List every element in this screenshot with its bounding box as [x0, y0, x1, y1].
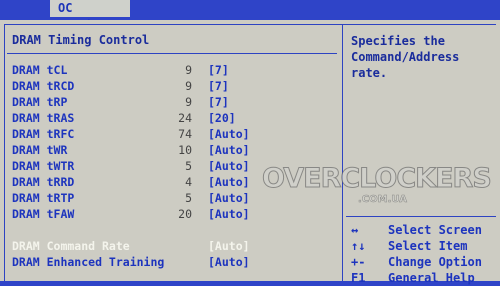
top-bar: OC Tweaker	[0, 0, 500, 32]
setting-label: DRAM tRFC	[12, 127, 75, 141]
setting-row-trp[interactable]: DRAM tRP 9 [7]	[12, 94, 332, 110]
setting-value[interactable]: [7]	[208, 94, 229, 110]
page-title: DRAM Timing Control	[12, 33, 150, 47]
setting-value[interactable]: [7]	[208, 78, 229, 94]
key-help-key: +-	[351, 255, 366, 269]
setting-row-twr[interactable]: DRAM tWR 10 [Auto]	[12, 142, 332, 158]
key-help-desc: Change Option	[388, 255, 482, 269]
setting-row-tras[interactable]: DRAM tRAS 24 [20]	[12, 110, 332, 126]
setting-label: DRAM tCL	[12, 63, 68, 77]
panel-border-top	[4, 24, 496, 25]
key-help-select-screen: ↔ Select Screen	[351, 222, 500, 238]
setting-label: DRAM tWTR	[12, 159, 75, 173]
title-underline	[7, 53, 337, 54]
settings-panel: DRAM Timing Control Specifies the Comman…	[0, 20, 500, 285]
setting-current: 20	[178, 207, 192, 221]
key-help-key: F1	[351, 271, 366, 285]
setting-value[interactable]: [Auto]	[208, 142, 250, 158]
setting-value[interactable]: [7]	[208, 62, 229, 78]
setting-label: DRAM Enhanced Training	[12, 255, 165, 269]
setting-value[interactable]: [Auto]	[208, 254, 250, 270]
key-help-change-option: +- Change Option	[351, 254, 500, 270]
setting-current: 10	[178, 143, 192, 157]
setting-value[interactable]: [20]	[208, 110, 236, 126]
watermark-sub: .COM.UA	[358, 194, 407, 206]
setting-current: 9	[185, 79, 192, 93]
setting-label: DRAM tFAW	[12, 207, 75, 221]
setting-current: 24	[178, 111, 192, 125]
setting-current: 5	[185, 159, 192, 173]
setting-label: DRAM Command Rate	[12, 239, 130, 253]
setting-value[interactable]: [Auto]	[208, 126, 250, 142]
setting-row-trfc[interactable]: DRAM tRFC 74 [Auto]	[12, 126, 332, 142]
setting-current: 9	[185, 63, 192, 77]
setting-current: 74	[178, 127, 192, 141]
setting-value[interactable]: [Auto]	[208, 174, 250, 190]
setting-label: DRAM tWR	[12, 143, 68, 157]
setting-current: 9	[185, 95, 192, 109]
setting-current: 5	[185, 191, 192, 205]
setting-label: DRAM tRCD	[12, 79, 75, 93]
setting-label: DRAM tRTP	[12, 191, 75, 205]
setting-row-trcd[interactable]: DRAM tRCD 9 [7]	[12, 78, 332, 94]
setting-row-tfaw[interactable]: DRAM tFAW 20 [Auto]	[12, 206, 332, 222]
key-help-desc: General Help	[388, 271, 475, 285]
tab-oc-tweaker[interactable]: OC Tweaker	[50, 0, 130, 32]
key-help-desc: Select Item	[388, 239, 468, 253]
setting-row-enhanced-training[interactable]: DRAM Enhanced Training [Auto]	[12, 254, 332, 270]
setting-value[interactable]: [Auto]	[208, 238, 250, 254]
left-right-arrow-icon: ↔	[351, 223, 359, 237]
key-help-desc: Select Screen	[388, 223, 482, 237]
setting-row-command-rate[interactable]: DRAM Command Rate [Auto]	[12, 238, 332, 254]
key-help-general-help: F1 General Help	[351, 270, 500, 286]
key-help-select-item: ↑↓ Select Item	[351, 238, 500, 254]
setting-value[interactable]: [Auto]	[208, 158, 250, 174]
watermark-logo: OVERCLOCKERS	[262, 163, 493, 195]
setting-label: DRAM tRAS	[12, 111, 75, 125]
up-down-arrow-icon: ↑↓	[351, 239, 366, 253]
setting-row-tcl[interactable]: DRAM tCL 9 [7]	[12, 62, 332, 78]
setting-value[interactable]: [Auto]	[208, 206, 250, 222]
panel-divider	[342, 24, 343, 281]
panel-border-left	[4, 24, 5, 281]
setting-label: DRAM tRRD	[12, 175, 75, 189]
keys-divider	[346, 216, 496, 217]
setting-value[interactable]: [Auto]	[208, 190, 250, 206]
setting-current: 4	[185, 175, 192, 189]
setting-label: DRAM tRP	[12, 95, 68, 109]
help-text: Specifies the Command/Address rate.	[351, 34, 460, 80]
